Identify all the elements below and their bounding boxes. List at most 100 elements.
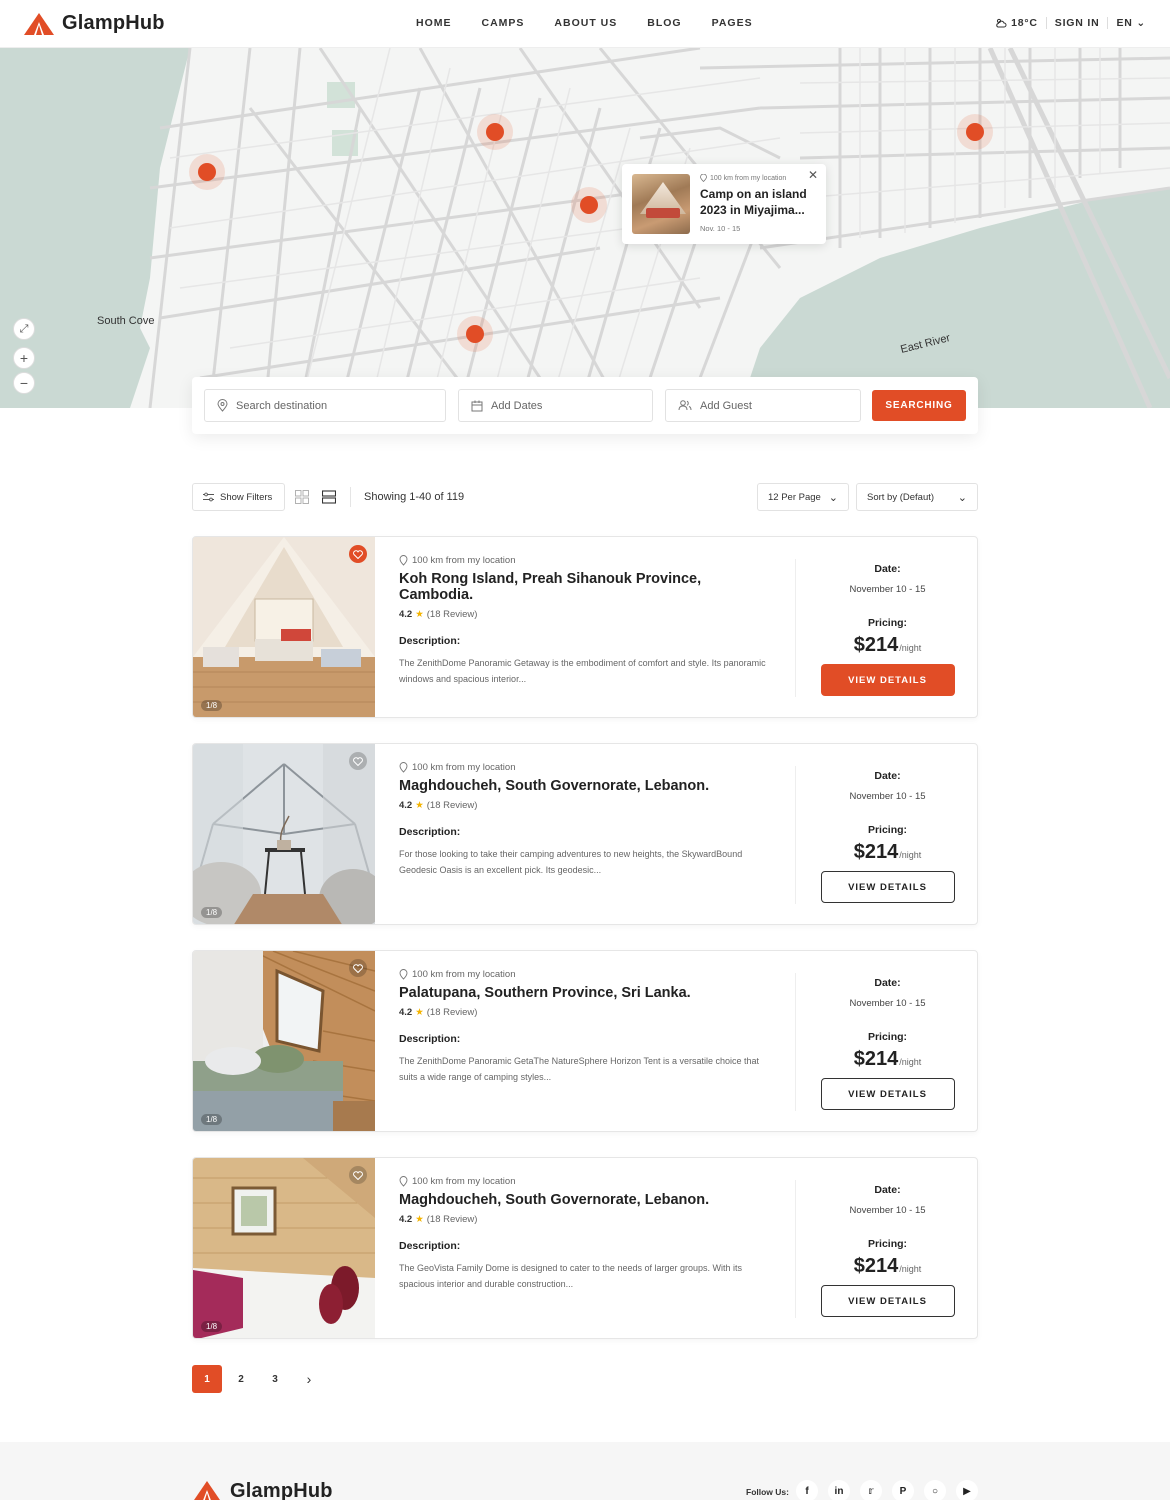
map-pin[interactable] bbox=[571, 187, 607, 223]
brand-name: GlampHub bbox=[230, 1480, 333, 1500]
guest-input[interactable]: Add Guest bbox=[665, 389, 861, 422]
listing-title[interactable]: Koh Rong Island, Preah Sihanouk Province… bbox=[399, 571, 769, 603]
listing-photo[interactable]: 1/8 bbox=[193, 1158, 375, 1338]
brand-name: GlampHub bbox=[62, 12, 165, 34]
sort-value: Sort by (Defaut) bbox=[867, 491, 935, 503]
listing-booking: Date: November 10 - 15 Pricing: $214 /ni… bbox=[796, 977, 977, 1110]
next-page-button[interactable]: › bbox=[294, 1365, 324, 1393]
listing-photo[interactable]: 1/8 bbox=[193, 537, 375, 717]
sign-in-link[interactable]: SIGN IN bbox=[1055, 17, 1100, 29]
zoom-out-button[interactable]: − bbox=[13, 372, 35, 394]
favorite-button[interactable] bbox=[349, 959, 367, 977]
guest-placeholder: Add Guest bbox=[700, 399, 752, 412]
map-pin[interactable] bbox=[457, 316, 493, 352]
nav-blog[interactable]: BLOG bbox=[647, 17, 681, 29]
listing-date: November 10 - 15 bbox=[849, 791, 926, 802]
map-popup-card[interactable]: 100 km from my location Camp on an islan… bbox=[622, 164, 826, 244]
listing-photo[interactable]: 1/8 bbox=[193, 744, 375, 924]
destination-input[interactable]: Search destination bbox=[204, 389, 446, 422]
pinterest-icon[interactable]: P bbox=[892, 1480, 914, 1500]
listing-rating: 4.2 ★ (18 Review) bbox=[399, 800, 769, 811]
view-details-button[interactable]: VIEW DETAILS bbox=[820, 871, 955, 903]
favorite-button[interactable] bbox=[349, 1166, 367, 1184]
divider bbox=[1107, 17, 1109, 29]
listing-date: November 10 - 15 bbox=[849, 584, 926, 595]
listing-date: November 10 - 15 bbox=[849, 1205, 926, 1216]
listing-info: 100 km from my location Maghdoucheh, Sou… bbox=[399, 1176, 769, 1292]
tent-logo-icon bbox=[193, 1480, 221, 1500]
listing-booking: Date: November 10 - 15 Pricing: $214 /ni… bbox=[796, 1184, 977, 1317]
location-pin-icon bbox=[399, 969, 408, 980]
instagram-icon[interactable]: ○ bbox=[924, 1480, 946, 1500]
listing-card[interactable]: 1/8 100 km from my location Palatupana, … bbox=[192, 950, 978, 1132]
listing-card[interactable]: 1/8 100 km from my location Maghdoucheh,… bbox=[192, 743, 978, 925]
zoom-in-button[interactable]: + bbox=[13, 347, 35, 369]
view-details-button[interactable]: VIEW DETAILS bbox=[820, 664, 955, 696]
map-pin[interactable] bbox=[957, 114, 993, 150]
popup-distance: 100 km from my location bbox=[700, 174, 816, 182]
listing-distance-text: 100 km from my location bbox=[412, 1176, 516, 1187]
users-icon bbox=[678, 400, 692, 411]
dates-input[interactable]: Add Dates bbox=[458, 389, 653, 422]
listing-title[interactable]: Palatupana, Southern Province, Sri Lanka… bbox=[399, 985, 769, 1001]
linkedin-icon[interactable]: in bbox=[828, 1480, 850, 1500]
listing-info: 100 km from my location Maghdoucheh, Sou… bbox=[399, 762, 769, 878]
popup-date: Nov. 10 - 15 bbox=[700, 224, 741, 233]
nav-about-us[interactable]: ABOUT US bbox=[554, 17, 617, 29]
per-page-value: 12 Per Page bbox=[768, 491, 821, 503]
favorite-button[interactable] bbox=[349, 545, 367, 563]
location-pin-icon bbox=[399, 555, 408, 566]
nav-home[interactable]: HOME bbox=[416, 17, 452, 29]
show-filters-button[interactable]: Show Filters bbox=[192, 483, 285, 511]
nav-camps[interactable]: CAMPS bbox=[482, 17, 525, 29]
chevron-down-icon: ⌄ bbox=[957, 491, 967, 504]
description-label: Description: bbox=[399, 1033, 461, 1045]
follow-us-label: Follow Us: bbox=[746, 1487, 789, 1497]
footer-logo[interactable]: GlampHub bbox=[192, 1480, 333, 1500]
youtube-icon[interactable]: ▶ bbox=[956, 1480, 978, 1500]
page-2-button[interactable]: 2 bbox=[226, 1365, 256, 1393]
language-selector[interactable]: EN ⌄ bbox=[1116, 17, 1146, 29]
star-icon: ★ bbox=[415, 1214, 424, 1225]
nav-pages[interactable]: PAGES bbox=[712, 17, 753, 29]
twitter-icon[interactable]: 𝕣 bbox=[860, 1480, 882, 1500]
map-pin[interactable] bbox=[189, 154, 225, 190]
listing-booking: Date: November 10 - 15 Pricing: $214 /ni… bbox=[796, 563, 977, 696]
listing-title[interactable]: Maghdoucheh, South Governorate, Lebanon. bbox=[399, 1192, 769, 1208]
listing-info: 100 km from my location Palatupana, Sout… bbox=[399, 969, 769, 1085]
header-utilities: 18°C SIGN IN EN ⌄ bbox=[995, 17, 1146, 29]
search-button[interactable]: SEARCHING bbox=[872, 390, 966, 421]
listing-card[interactable]: 1/8 100 km from my location Koh Rong Isl… bbox=[192, 536, 978, 718]
listing-distance: 100 km from my location bbox=[399, 1176, 769, 1187]
map-view[interactable]: South Cove East River ⤢ + − 100 km from … bbox=[0, 48, 1170, 408]
view-details-button[interactable]: VIEW DETAILS bbox=[820, 1285, 955, 1317]
listing-distance: 100 km from my location bbox=[399, 969, 769, 980]
page-3-button[interactable]: 3 bbox=[260, 1365, 290, 1393]
popup-title: Camp on an island 2023 in Miyajima... bbox=[700, 187, 807, 217]
grid-view-icon[interactable] bbox=[295, 490, 309, 504]
date-label: Date: bbox=[874, 977, 901, 989]
pricing-label: Pricing: bbox=[867, 824, 908, 836]
popup-distance-text: 100 km from my location bbox=[710, 174, 787, 182]
sort-select[interactable]: Sort by (Defaut) ⌄ bbox=[856, 483, 978, 511]
listing-photo[interactable]: 1/8 bbox=[193, 951, 375, 1131]
price-amount: $214 bbox=[853, 841, 899, 863]
listing-card[interactable]: 1/8 100 km from my location Maghdoucheh,… bbox=[192, 1157, 978, 1339]
favorite-button[interactable] bbox=[349, 752, 367, 770]
facebook-icon[interactable]: f bbox=[796, 1480, 818, 1500]
close-icon[interactable]: ✕ bbox=[808, 168, 818, 182]
pricing-label: Pricing: bbox=[867, 1031, 908, 1043]
star-icon: ★ bbox=[415, 1007, 424, 1018]
popup-thumbnail bbox=[632, 174, 690, 234]
listing-title[interactable]: Maghdoucheh, South Governorate, Lebanon. bbox=[399, 778, 769, 794]
map-streets bbox=[0, 48, 1170, 408]
list-view-icon[interactable] bbox=[322, 490, 336, 504]
view-details-button[interactable]: VIEW DETAILS bbox=[820, 1078, 955, 1110]
language-label: EN bbox=[1116, 17, 1133, 29]
page-1-button[interactable]: 1 bbox=[192, 1365, 222, 1393]
map-pin[interactable] bbox=[477, 114, 513, 150]
photo-counter: 1/8 bbox=[201, 907, 223, 918]
fullscreen-button[interactable]: ⤢ bbox=[13, 318, 35, 340]
brand-logo[interactable]: GlampHub bbox=[24, 12, 165, 35]
per-page-select[interactable]: 12 Per Page ⌄ bbox=[757, 483, 849, 511]
